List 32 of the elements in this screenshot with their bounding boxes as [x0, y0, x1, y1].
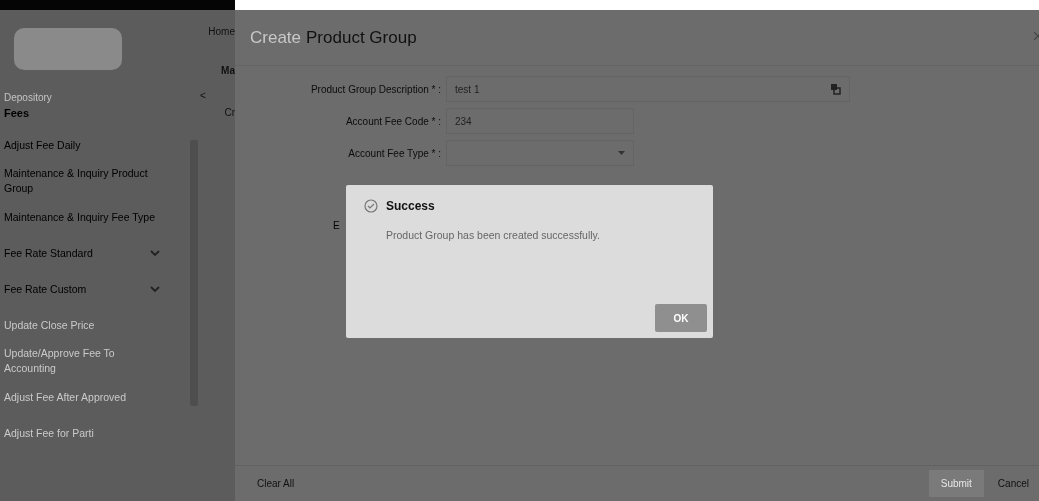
sidebar-item[interactable]: Maintenance & Inquiry Product Group: [0, 163, 170, 199]
field-label: E: [333, 220, 340, 231]
field-label: Product Group Description * :: [309, 83, 442, 95]
field-label: Account Fee Code * :: [344, 115, 442, 127]
tab[interactable]: Ma: [221, 65, 235, 76]
cancel-button[interactable]: Cancel: [993, 474, 1033, 493]
sidebar-item[interactable]: Adjust Fee Daily: [0, 127, 170, 163]
clear-all-link[interactable]: Clear All: [257, 478, 295, 489]
field-label: Account Fee Type * :: [347, 147, 442, 159]
input-field[interactable]: test 1: [446, 76, 850, 102]
sidebar-item[interactable]: Maintenance & Inquiry Fee Type: [0, 199, 170, 235]
close-icon[interactable]: [1034, 32, 1039, 40]
chevron-down-icon: [150, 249, 160, 257]
sidebar-group: Fees: [0, 103, 200, 119]
sidebar-item[interactable]: Fee Rate Custom: [0, 271, 170, 307]
caret-icon: [618, 151, 625, 155]
sidebar-item[interactable]: Fee Rate Standard: [0, 235, 170, 271]
breadcrumb: Cr: [224, 107, 235, 118]
select-field[interactable]: [446, 140, 634, 166]
collapse-button[interactable]: <: [200, 90, 206, 101]
nav-link[interactable]: Home: [208, 26, 235, 37]
sidebar-item[interactable]: Update/Approve Fee To Accounting: [0, 343, 170, 379]
sidebar-item[interactable]: Adjust Fee After Approved: [0, 379, 170, 415]
sidebar-section: Depository: [0, 70, 200, 103]
check-circle-icon: [364, 199, 378, 213]
sidebar-item[interactable]: Adjust Fee for Parti: [0, 415, 170, 451]
sidebar-item[interactable]: Update Close Price: [0, 307, 170, 343]
chevron-down-icon: [150, 285, 160, 293]
dialog-title: Success: [386, 199, 435, 213]
modal-title: Create Product Group: [250, 27, 417, 48]
dialog-message: Product Group has been created successfully.: [386, 229, 601, 241]
input-field[interactable]: 234: [446, 108, 634, 134]
